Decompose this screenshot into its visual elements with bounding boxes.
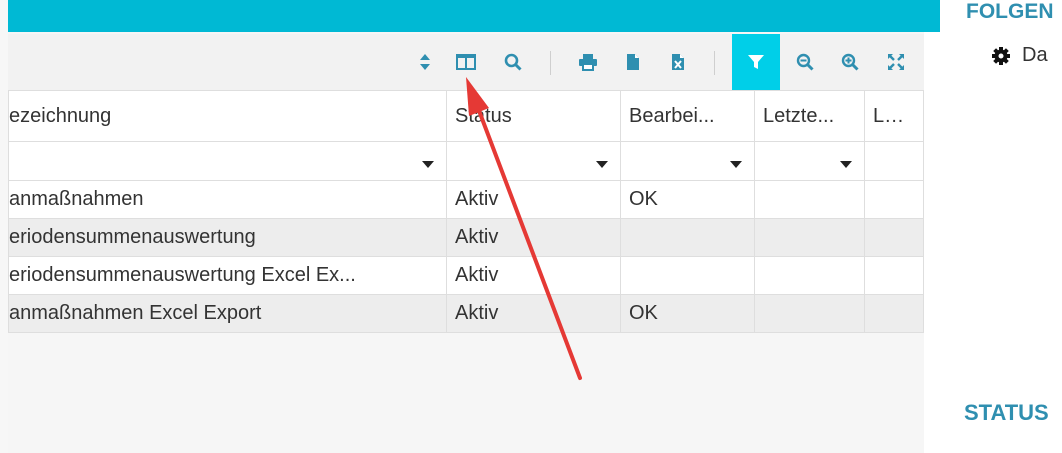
table-row[interactable]: eriodensummenauswertung Excel Ex... Akti…	[8, 256, 924, 295]
panel-header-bar	[8, 0, 940, 32]
filter-input[interactable]	[755, 142, 828, 178]
cell-bearbeitung	[620, 218, 755, 257]
toolbar-separator	[550, 51, 551, 75]
cell-bezeichnung: eriodensummenauswertung	[8, 218, 447, 257]
sort-icon[interactable]	[410, 47, 440, 77]
cell-status: Aktiv	[446, 180, 621, 219]
gear-icon	[992, 46, 1010, 65]
print-icon[interactable]	[573, 47, 603, 77]
filter-icon[interactable]	[732, 34, 780, 90]
left-gutter	[0, 0, 8, 453]
dropdown-arrow-icon[interactable]	[840, 161, 852, 168]
cell-letzte	[754, 294, 865, 333]
table-row[interactable]: anmaßnahmen Aktiv OK	[8, 180, 924, 219]
cell-letzte	[754, 218, 865, 257]
cell-letzt	[864, 218, 924, 257]
column-header-status[interactable]: Status	[446, 90, 621, 142]
filter-input[interactable]	[865, 142, 923, 178]
cell-bezeichnung: anmaßnahmen Excel Export	[8, 294, 447, 333]
toolbar-separator	[714, 51, 715, 75]
zoom-in-icon[interactable]	[835, 47, 865, 77]
filter-input[interactable]	[621, 142, 718, 178]
filter-cell-letzt[interactable]	[864, 141, 924, 181]
filter-input[interactable]	[447, 142, 584, 178]
table-row[interactable]: eriodensummenauswertung Aktiv	[8, 218, 924, 257]
dropdown-arrow-icon[interactable]	[730, 161, 742, 168]
grid-toolbar	[8, 34, 924, 90]
cell-bezeichnung: eriodensummenauswertung Excel Ex...	[8, 256, 447, 295]
cell-letzt	[864, 256, 924, 295]
cell-letzt	[864, 180, 924, 219]
cell-bearbeitung: OK	[620, 294, 755, 333]
data-grid: ezeichnung Status Bearbei... Letzte... L…	[8, 90, 924, 333]
right-panel-item[interactable]: Da	[992, 44, 1048, 67]
dropdown-arrow-icon[interactable]	[422, 161, 434, 168]
cell-status: Aktiv	[446, 218, 621, 257]
right-panel-item-label: Da	[1022, 44, 1048, 66]
zoom-out-icon[interactable]	[790, 47, 820, 77]
search-icon[interactable]	[498, 47, 528, 77]
cell-bezeichnung: anmaßnahmen	[8, 180, 447, 219]
filter-cell-bezeichnung[interactable]	[8, 141, 447, 181]
cell-status: Aktiv	[446, 256, 621, 295]
column-header-bezeichnung[interactable]: ezeichnung	[8, 90, 447, 142]
status-section-title: STATUS	[964, 400, 1049, 425]
columns-icon[interactable]	[451, 47, 481, 77]
filter-input[interactable]	[9, 142, 410, 178]
dropdown-arrow-icon[interactable]	[596, 161, 608, 168]
filter-cell-letzte[interactable]	[754, 141, 865, 181]
fullscreen-icon[interactable]	[881, 47, 911, 77]
cell-letzte	[754, 256, 865, 295]
table-row[interactable]: anmaßnahmen Excel Export Aktiv OK	[8, 294, 924, 333]
filter-cell-status[interactable]	[446, 141, 621, 181]
right-panel-title: FOLGEN	[966, 0, 1054, 23]
cell-letzt	[864, 294, 924, 333]
cell-bearbeitung	[620, 256, 755, 295]
filter-cell-bearbeitung[interactable]	[620, 141, 755, 181]
column-header-letzte[interactable]: Letzte...	[754, 90, 865, 142]
cell-status: Aktiv	[446, 294, 621, 333]
right-panel: FOLGEN Da STATUS	[940, 0, 1062, 453]
cell-letzte	[754, 180, 865, 219]
document-icon[interactable]	[618, 47, 648, 77]
cell-bearbeitung: OK	[620, 180, 755, 219]
excel-icon[interactable]	[663, 47, 693, 77]
column-header-bearbeitung[interactable]: Bearbei...	[620, 90, 755, 142]
column-header-letzt[interactable]: Letzt	[864, 90, 924, 142]
